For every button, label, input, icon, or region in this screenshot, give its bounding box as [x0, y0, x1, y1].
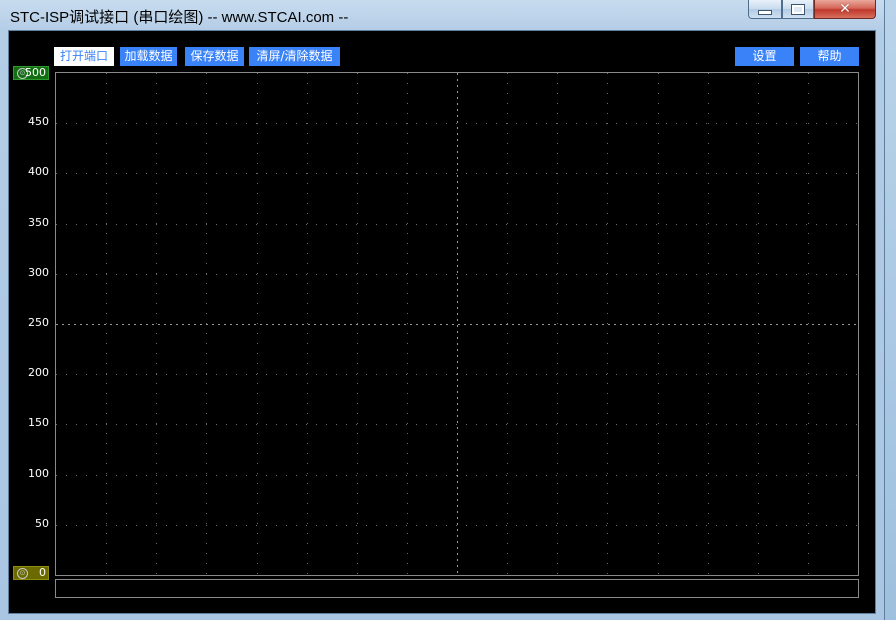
window-title: STC-ISP调试接口 (串口绘图) -- www.STCAI.com -- [10, 9, 349, 26]
save-data-button[interactable]: 保存数据 [185, 47, 244, 66]
settings-button[interactable]: 设置 [735, 47, 794, 66]
clear-screen-button[interactable]: 清屏/清除数据 [249, 47, 340, 66]
y-tick-label: 300 [28, 265, 49, 279]
y-tick-label: 250 [28, 316, 49, 329]
maximize-button[interactable] [782, 0, 814, 19]
lower-limit-marker[interactable]: ⊙ 0 [13, 566, 49, 580]
app-window: STC-ISP调试接口 (串口绘图) -- www.STCAI.com -- ✕… [0, 0, 885, 620]
minimize-button[interactable] [748, 0, 782, 19]
plot-frame[interactable] [55, 72, 859, 576]
y-tick-label: 350 [28, 215, 49, 229]
desktop-background: STC-ISP调试接口 (串口绘图) -- www.STCAI.com -- ✕… [0, 0, 896, 620]
plot-area: 打开端口 加载数据 保存数据 清屏/清除数据 设置 帮助 ⊙ 500 ⊙ 0 4… [8, 30, 876, 614]
y-tick-label: 50 [35, 516, 49, 530]
close-button[interactable]: ✕ [814, 0, 876, 19]
maximize-icon [791, 3, 805, 15]
y-tick-label: 200 [28, 366, 49, 380]
horizontal-scroll-area[interactable] [55, 579, 859, 598]
minimize-icon [758, 10, 772, 15]
upper-limit-value: 500 [25, 66, 46, 79]
y-tick-label: 100 [28, 466, 49, 480]
plot-grid [56, 73, 858, 575]
marker-circle-icon: ⊙ [17, 568, 28, 579]
open-port-button[interactable]: 打开端口 [54, 47, 114, 66]
help-button[interactable]: 帮助 [800, 47, 859, 66]
close-icon: ✕ [839, 1, 851, 17]
y-tick-label: 450 [28, 115, 49, 129]
load-data-button[interactable]: 加载数据 [120, 47, 177, 66]
title-bar[interactable]: STC-ISP调试接口 (串口绘图) -- www.STCAI.com -- ✕ [0, 0, 884, 30]
y-tick-label: 400 [28, 165, 49, 179]
y-tick-label: 150 [28, 416, 49, 430]
upper-limit-marker[interactable]: ⊙ 500 [13, 66, 49, 80]
lower-limit-value: 0 [39, 566, 46, 579]
window-controls: ✕ [748, 0, 878, 20]
